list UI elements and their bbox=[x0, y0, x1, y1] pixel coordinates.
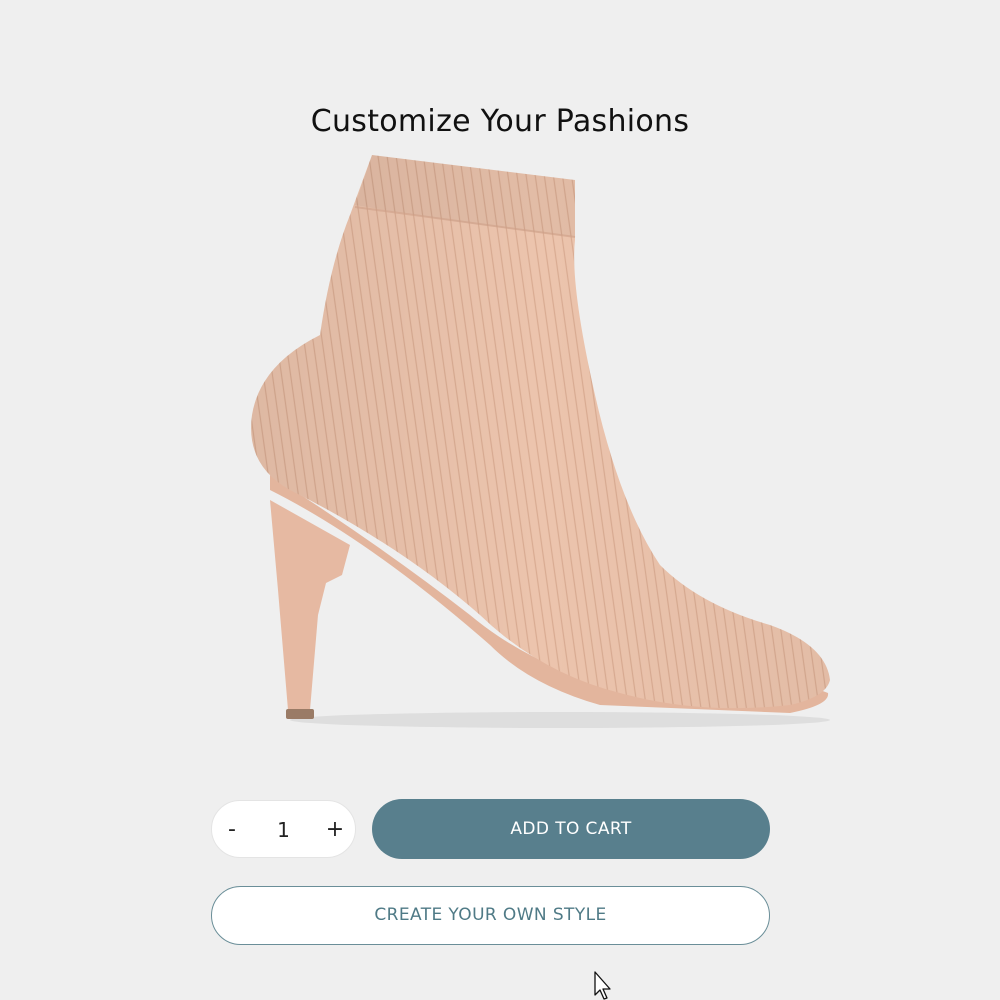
product-page: Customize Your Pashions - 1 + ADD TO CAR… bbox=[0, 0, 1000, 1000]
increment-button[interactable]: + bbox=[315, 801, 355, 859]
page-title: Customize Your Pashions bbox=[310, 104, 690, 139]
add-to-cart-button[interactable]: ADD TO CART bbox=[372, 799, 770, 859]
quantity-value[interactable]: 1 bbox=[252, 801, 315, 859]
decrement-button[interactable]: - bbox=[212, 801, 252, 859]
mouse-pointer-icon bbox=[594, 971, 611, 1000]
quantity-stepper[interactable]: - 1 + bbox=[211, 800, 356, 858]
ankle-boot-image bbox=[251, 155, 831, 728]
create-your-own-style-button[interactable]: CREATE YOUR OWN STYLE bbox=[211, 886, 770, 945]
